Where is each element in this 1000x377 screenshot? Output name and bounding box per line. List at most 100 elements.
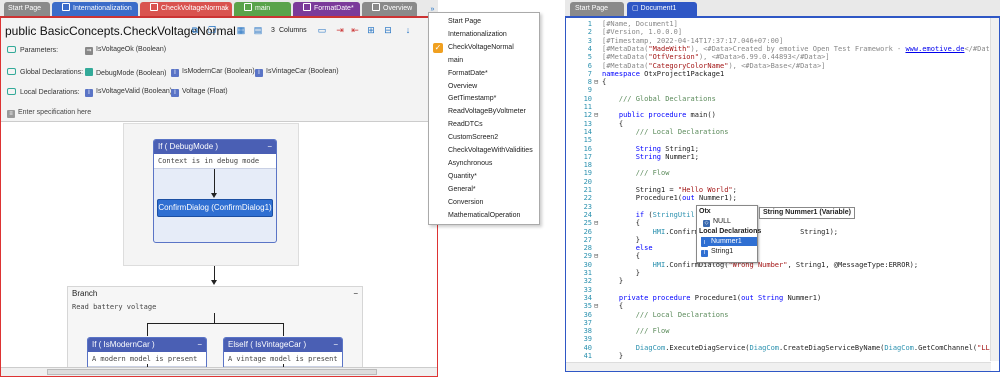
horizontal-scrollbar[interactable]	[566, 362, 991, 371]
dropdown-item[interactable]: MathematicalOperation	[448, 212, 520, 219]
columns-count[interactable]: 3	[271, 27, 275, 34]
insert-after-icon[interactable]: ⇤	[349, 25, 361, 35]
global-var-icon	[85, 68, 93, 76]
line-number: 41	[583, 352, 592, 360]
popup-item-selected[interactable]: I Nummer1	[701, 237, 757, 247]
if-debugmode-node[interactable]: If ( DebugMode ) − Context is in debug mo…	[153, 139, 277, 243]
local-chip[interactable]: I IsVoltageValid (Boolean)	[85, 88, 172, 97]
node-header: If ( DebugMode ) −	[154, 140, 276, 154]
remove-node-icon[interactable]: ⊟	[382, 25, 394, 35]
add-node-icon[interactable]: ⊞	[365, 25, 377, 35]
dropdown-item[interactable]: Conversion	[448, 199, 483, 206]
tab-start-page[interactable]: Start Page	[4, 2, 50, 16]
procedure-title: public BasicConcepts.CheckVoltageNormal	[5, 24, 236, 38]
close-icon[interactable]: ×	[224, 2, 229, 16]
connector	[147, 323, 148, 336]
layout-icon[interactable]: ▤	[252, 25, 264, 35]
dropdown-item[interactable]: ReadVoltageByVoltmeter	[448, 108, 526, 115]
global-chip[interactable]: I IsModernCar (Boolean)	[171, 68, 255, 77]
view-icon[interactable]: ⧉	[189, 25, 201, 35]
columns-icon[interactable]: ▦	[235, 25, 247, 35]
move-down-icon[interactable]: ↓	[402, 25, 414, 35]
node-header: ElseIf ( IsVintageCar ) −	[224, 338, 342, 352]
dropdown-item[interactable]: Internationalization	[448, 31, 507, 38]
tab-list-dropdown: ✓ Start Page Internationalization CheckVol…	[428, 12, 540, 225]
variable-icon: I	[701, 250, 708, 257]
dropdown-item[interactable]: GetTimestamp*	[448, 95, 496, 102]
tab-label: Internationalization	[73, 5, 132, 12]
tab-formatdate-[interactable]: FormatDate*	[293, 2, 360, 16]
dropdown-item[interactable]: Overview	[448, 83, 477, 90]
popup-item[interactable]: I String1	[701, 247, 733, 257]
document-icon	[62, 3, 70, 11]
confirm-dialog-action[interactable]: ConfirmDialog (ConfirmDialog1)	[157, 199, 273, 217]
tab-main[interactable]: main	[234, 2, 291, 16]
global-chip[interactable]: I IsVintageCar (Boolean)	[255, 68, 339, 77]
branch-header: Branch −	[72, 287, 358, 300]
global-declarations-label: Global Declarations:	[7, 68, 83, 76]
collapse-icon[interactable]: −	[267, 140, 272, 154]
connector	[214, 313, 215, 323]
tab-label: ▢ Document1	[632, 5, 677, 12]
vertical-scrollbar[interactable]	[990, 18, 999, 361]
tab-overview[interactable]: Overview	[362, 2, 417, 16]
tab-label: Start Page	[8, 5, 42, 12]
dropdown-item[interactable]: main	[448, 57, 463, 64]
tab-start-page[interactable]: Start Page	[570, 2, 624, 16]
procedure-header: public BasicConcepts.CheckVoltageNormal …	[1, 18, 437, 122]
local-var-icon: I	[85, 89, 93, 97]
dropdown-item[interactable]: CheckVoltageWithValidities	[448, 147, 533, 154]
connector	[214, 169, 215, 195]
dropdown-item[interactable]: CustomScreen2	[448, 134, 498, 141]
global-declarations-icon	[7, 68, 16, 75]
horizontal-scrollbar[interactable]	[1, 367, 437, 376]
node-header: If ( IsModernCar ) −	[88, 338, 206, 352]
dropdown-item[interactable]: Asynchronous	[448, 160, 492, 167]
parameters-label: Parameters:	[7, 46, 58, 54]
document-icon	[150, 3, 158, 11]
specification-input[interactable]: ≡ Enter specification here	[7, 109, 91, 118]
collapse-icon[interactable]: −	[197, 338, 202, 352]
tab-checkvoltagenormal[interactable]: CheckVoltageNormal ×	[140, 2, 232, 16]
flow-designer-panel: public BasicConcepts.CheckVoltageNormal …	[0, 16, 438, 377]
dropdown-item[interactable]: CheckVoltageNormal	[448, 44, 514, 51]
boolean-in-icon: ⇒	[85, 47, 93, 55]
branch-description: Read battery voltage	[72, 303, 157, 311]
check-icon: ✓	[433, 43, 443, 53]
columns-text: Columns	[279, 27, 307, 34]
collapse-icon[interactable]: −	[353, 287, 358, 300]
dropdown-item[interactable]: FormatDate*	[448, 70, 488, 77]
null-icon: ◇	[703, 220, 710, 227]
dropdown-item[interactable]: Start Page	[448, 18, 481, 25]
collapse-icon[interactable]: −	[333, 338, 338, 352]
variable-tooltip: String Nummer1 (Variable)	[759, 207, 855, 219]
comment-icon[interactable]: ▭	[316, 25, 328, 35]
tab-label: CheckVoltageNormal	[161, 5, 227, 12]
dropdown-item[interactable]: Quantity*	[448, 173, 477, 180]
variable-icon: I	[701, 240, 708, 247]
tab-internationalization[interactable]: Internationalization	[52, 2, 138, 16]
code-line[interactable]: 41 }	[566, 352, 991, 361]
connector-arrow	[211, 193, 217, 198]
popup-item[interactable]: ◇ NULL	[703, 217, 731, 227]
dropdown-item[interactable]: ReadDTCs	[448, 121, 483, 128]
connector-arrow	[211, 280, 217, 285]
code-editor-panel: 1 [#Name, Document1] 2 [#Version, 1.0.0.0] 3…	[565, 16, 1000, 372]
local-chip[interactable]: I Voltage (Float)	[171, 88, 228, 97]
tab-document1[interactable]: ▢ Document1	[627, 2, 697, 16]
global-chip[interactable]: DebugMode (Boolean)	[85, 68, 166, 77]
right-tab-bar: Start Page ▢ Document1	[565, 0, 1000, 16]
code-text: }	[602, 352, 624, 360]
local-var-icon: I	[171, 89, 179, 97]
scrollbar-thumb[interactable]	[47, 369, 377, 375]
document-icon	[372, 3, 380, 11]
connector	[283, 323, 284, 336]
document-icon	[244, 3, 252, 11]
insert-before-icon[interactable]: ⇥	[334, 25, 346, 35]
param-chip[interactable]: ⇒ IsVoltageOk (Boolean)	[85, 46, 166, 55]
copy-icon[interactable]: ❐	[206, 25, 218, 35]
dropdown-item[interactable]: General*	[448, 186, 476, 193]
flow-canvas: If ( DebugMode ) − Context is in debug mo…	[1, 123, 437, 376]
left-tab-bar: Start Page Internationalization CheckVolta…	[0, 0, 438, 16]
tab-label: Overview	[383, 5, 413, 12]
